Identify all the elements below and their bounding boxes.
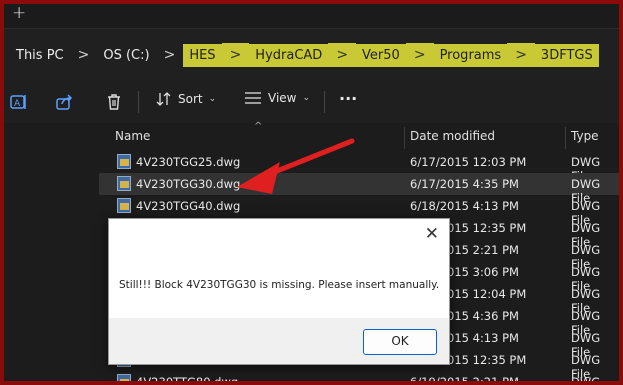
ok-button[interactable]: OK — [363, 329, 437, 355]
file-explorer-window: + This PC > OS (C:) > HES > HydraCAD > Ver50 > Pro… — [4, 4, 619, 381]
message-dialog: ✕ Still!!! Block 4V230TGG30 is missing. … — [108, 218, 450, 365]
close-icon[interactable]: ✕ — [425, 224, 439, 244]
dialog-message: Still!!! Block 4V230TGG30 is missing. Pl… — [119, 279, 440, 291]
dialog-title-bar: ✕ — [109, 219, 449, 251]
dialog-body: Still!!! Block 4V230TGG30 is missing. Pl… — [109, 251, 449, 318]
